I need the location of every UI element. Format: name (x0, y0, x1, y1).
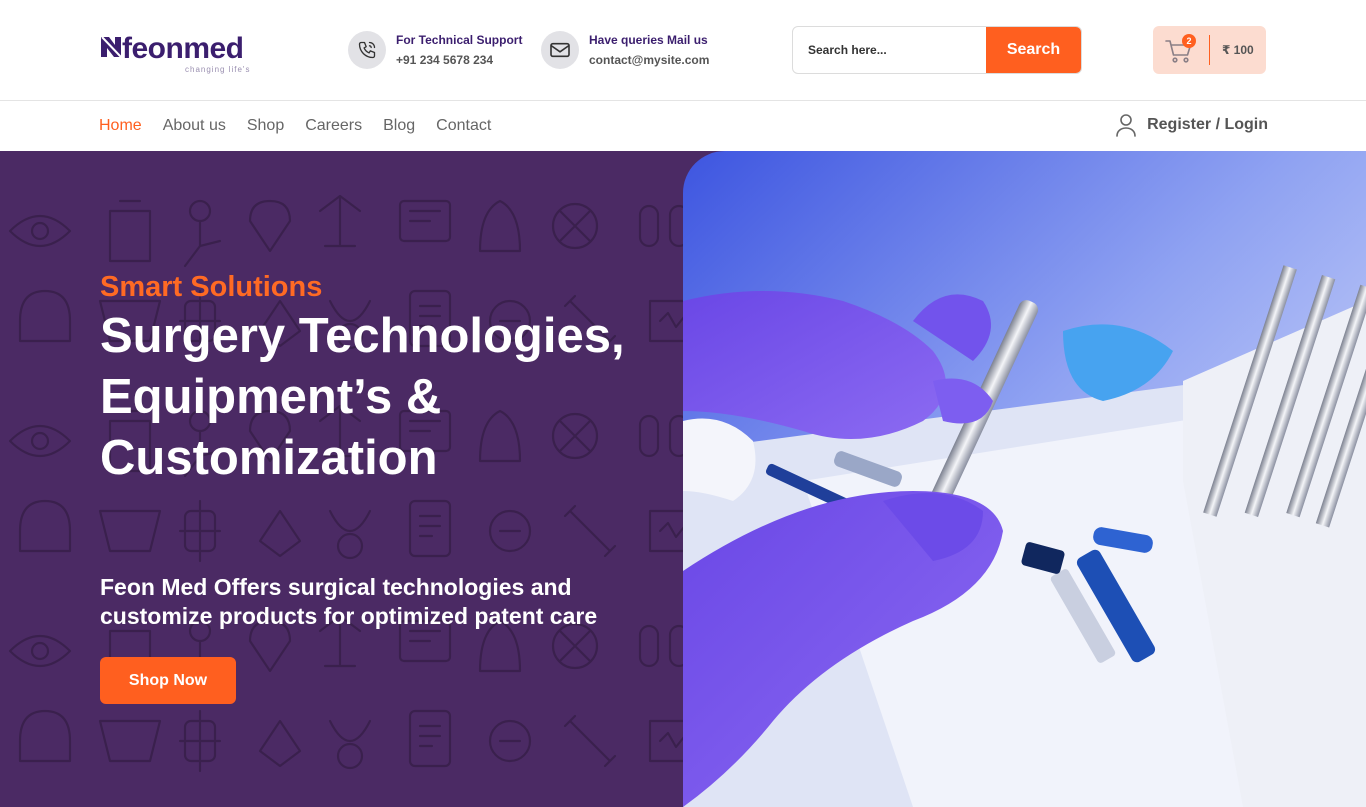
mail-address[interactable]: contact@mysite.com (589, 53, 709, 67)
search-input[interactable] (793, 27, 987, 73)
nav-item-shop[interactable]: Shop (247, 117, 284, 135)
main-nav: Home About us Shop Careers Blog Contact … (0, 100, 1366, 151)
support-contact[interactable]: For Technical Support +91 234 5678 234 (348, 31, 538, 71)
brand-logo[interactable]: feonmed changing life's (99, 32, 259, 76)
nav-item-home[interactable]: Home (99, 117, 142, 135)
brand-name: feonmed (122, 32, 244, 65)
support-title: For Technical Support (396, 33, 523, 47)
nav-item-about-us[interactable]: About us (163, 117, 226, 135)
hero-eyebrow: Smart Solutions (100, 271, 323, 303)
brand-tagline: changing life's (185, 65, 251, 74)
phone-icon (348, 31, 386, 69)
nav-item-contact[interactable]: Contact (436, 117, 491, 135)
cart-count-badge: 2 (1182, 34, 1196, 48)
hero-subheadline: Feon Med Offers surgical technologies an… (100, 574, 598, 629)
support-phone[interactable]: +91 234 5678 234 (396, 53, 493, 67)
mail-title: Have queries Mail us (589, 33, 708, 47)
hero-lab-photo (683, 151, 1366, 807)
hero-headline: Surgery Technologies, Equipment’s & Cust… (100, 309, 625, 485)
hero-banner: Smart Solutions Surgery Technologies, Eq… (0, 151, 1366, 807)
mail-contact[interactable]: Have queries Mail us contact@mysite.com (541, 31, 731, 71)
cart-total: ₹ 100 (1222, 43, 1254, 57)
nav-item-blog[interactable]: Blog (383, 117, 415, 135)
cart-widget[interactable]: 2 ₹ 100 (1153, 26, 1266, 74)
nav-links: Home About us Shop Careers Blog Contact (99, 117, 491, 135)
cart-divider (1209, 35, 1210, 65)
mail-icon (541, 31, 579, 69)
user-icon (1116, 114, 1136, 137)
shop-now-button[interactable]: Shop Now (100, 657, 236, 704)
search-button[interactable]: Search (986, 27, 1081, 73)
search-bar: Search (792, 26, 1082, 74)
nav-item-careers[interactable]: Careers (305, 117, 362, 135)
top-header: feonmed changing life's For Technical Su… (0, 0, 1366, 100)
register-login-link[interactable]: Register / Login (1115, 111, 1268, 139)
logo-mark-icon (101, 36, 122, 58)
register-login-label: Register / Login (1147, 116, 1268, 133)
